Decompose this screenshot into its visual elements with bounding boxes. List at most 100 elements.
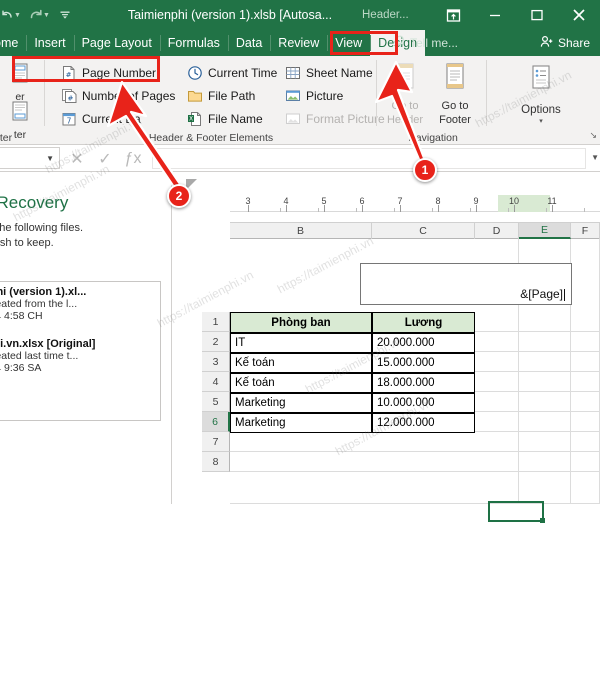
tab-home[interactable]: ome bbox=[0, 30, 26, 56]
table-cell-salary[interactable]: 15.000.000 bbox=[372, 353, 475, 373]
file-path-button[interactable]: File Path bbox=[186, 85, 255, 107]
annotation-marker-2: 2 bbox=[167, 184, 191, 208]
name-box[interactable]: ▼ bbox=[0, 147, 60, 169]
row-header-6[interactable]: 6 bbox=[202, 412, 230, 432]
enter-formula-button[interactable]: ✓ bbox=[91, 145, 119, 172]
go-to-footer-line2: Footer bbox=[439, 113, 471, 126]
page-number-label: Page Number bbox=[82, 66, 157, 80]
elements-group-label: Header & Footer Elements bbox=[148, 132, 274, 144]
formula-bar-buttons: ✕ ✓ ƒx bbox=[63, 145, 147, 172]
format-picture-label: Format Picture bbox=[306, 112, 385, 126]
quick-access-toolbar: ▼ ▼ bbox=[0, 0, 78, 30]
options-icon bbox=[526, 64, 556, 101]
recovery-file-desc: rsion created last time t... bbox=[0, 349, 79, 362]
column-header-c[interactable]: C bbox=[372, 223, 475, 239]
ribbon-tabs: ome Insert Page Layout Formulas Data Rev… bbox=[0, 30, 426, 56]
options-caret-icon[interactable]: ▾ bbox=[539, 117, 543, 125]
cell-grid[interactable]: &[Page] Phòng ban Lương IT 20.000.000 Kế… bbox=[230, 239, 600, 523]
table-cell-salary[interactable]: 12.000.000 bbox=[372, 413, 475, 433]
ruler-number: 10 bbox=[508, 196, 520, 206]
worksheet-area: 3 4 5 6 7 8 9 10 11 B C D E F 1 2 3 4 5 … bbox=[172, 173, 600, 523]
table-cell-dept[interactable]: Marketing bbox=[230, 393, 372, 413]
insert-function-button[interactable]: ƒx bbox=[119, 145, 147, 172]
current-time-button[interactable]: Current Time bbox=[186, 62, 277, 84]
grid-row-7[interactable] bbox=[230, 432, 600, 452]
tab-data[interactable]: Data bbox=[227, 30, 270, 56]
minimize-icon[interactable] bbox=[474, 0, 516, 30]
tab-view[interactable]: View bbox=[327, 30, 370, 56]
header-edit-box[interactable]: &[Page] bbox=[360, 263, 572, 305]
tab-formulas[interactable]: Formulas bbox=[159, 30, 228, 56]
annotation-marker-1: 1 bbox=[413, 158, 437, 182]
text-cursor bbox=[564, 289, 565, 301]
tell-me-box[interactable]: Tell me... bbox=[394, 30, 458, 56]
column-header-e[interactable]: E bbox=[519, 223, 571, 239]
grid-row-8[interactable] bbox=[230, 452, 600, 472]
row-header-3[interactable]: 3 bbox=[202, 352, 230, 372]
current-date-button[interactable]: 7 Current Da bbox=[60, 108, 141, 130]
current-date-icon: 7 bbox=[60, 111, 77, 128]
close-icon[interactable] bbox=[558, 0, 600, 30]
navigation-group-label: Navigation bbox=[408, 132, 458, 144]
file-name-button[interactable]: X File Name bbox=[186, 108, 263, 130]
table-cell-salary[interactable]: 20.000.000 bbox=[372, 333, 475, 353]
options-button[interactable]: Options ▾ bbox=[508, 64, 574, 125]
redo-dropdown-caret[interactable]: ▼ bbox=[43, 12, 50, 19]
sheet-name-button[interactable]: Sheet Name bbox=[284, 62, 373, 84]
current-date-label: Current Da bbox=[82, 112, 141, 126]
number-of-pages-button[interactable]: # Number of Pages bbox=[60, 85, 175, 107]
table-cell-dept[interactable]: Kế toán bbox=[230, 373, 372, 393]
page-number-button[interactable]: # Page Number bbox=[60, 62, 156, 84]
svg-text:#: # bbox=[65, 71, 71, 79]
table-cell-dept[interactable]: Kế toán bbox=[230, 353, 372, 373]
go-to-footer-button[interactable]: Go to Footer bbox=[428, 62, 482, 128]
recovery-file-list[interactable]: imienphi (version 1).xl... rsion created… bbox=[0, 280, 161, 421]
row-header-5[interactable]: 5 bbox=[202, 392, 230, 412]
picture-icon bbox=[284, 88, 301, 105]
list-item[interactable]: imienphi (version 1).xl... rsion created… bbox=[0, 286, 154, 322]
picture-button[interactable]: Picture bbox=[284, 85, 343, 107]
row-header-8[interactable]: 8 bbox=[202, 452, 230, 472]
column-header-d[interactable]: D bbox=[475, 223, 519, 239]
ruler-number: 6 bbox=[359, 196, 365, 206]
row-header-2[interactable]: 2 bbox=[202, 332, 230, 352]
file-name-icon: X bbox=[186, 111, 203, 128]
formula-input[interactable] bbox=[152, 148, 586, 169]
list-item[interactable]: mienphi.vn.xlsx [Original] rsion created… bbox=[0, 338, 154, 374]
ribbon-display-options-icon[interactable] bbox=[432, 0, 474, 30]
row-header-1[interactable]: 1 bbox=[202, 312, 230, 332]
customize-qat-button[interactable] bbox=[52, 2, 78, 28]
ruler-number: 5 bbox=[321, 196, 327, 206]
undo-dropdown-caret[interactable]: ▼ bbox=[14, 12, 21, 19]
table-cell-dept[interactable]: IT bbox=[230, 333, 372, 353]
dialog-launcher-icon[interactable]: ↘ bbox=[589, 130, 597, 141]
cancel-formula-button[interactable]: ✕ bbox=[63, 145, 91, 172]
table-cell-salary[interactable]: 18.000.000 bbox=[372, 373, 475, 393]
ruler-number: 3 bbox=[245, 196, 251, 206]
expand-formula-bar-icon[interactable]: ▼ bbox=[591, 153, 599, 162]
ruler-number: 11 bbox=[547, 196, 557, 206]
name-box-caret-icon[interactable]: ▼ bbox=[46, 154, 54, 163]
recovery-title: ment Recovery bbox=[0, 193, 69, 212]
row-header-4[interactable]: 4 bbox=[202, 372, 230, 392]
fill-handle[interactable] bbox=[540, 518, 545, 523]
table-cell-salary[interactable]: 10.000.000 bbox=[372, 393, 475, 413]
row-header-column: 1 2 3 4 5 6 7 8 bbox=[202, 312, 230, 472]
table-cell-dept[interactable]: Marketing bbox=[230, 413, 372, 433]
column-header-b[interactable]: B bbox=[230, 223, 372, 239]
ruler-number: 8 bbox=[435, 196, 441, 206]
ruler-number: 9 bbox=[473, 196, 479, 206]
table-header-phong-ban[interactable]: Phòng ban bbox=[230, 312, 372, 333]
ruler-section-highlight bbox=[498, 195, 550, 212]
column-header-f[interactable]: F bbox=[571, 223, 600, 239]
go-to-header-button[interactable]: Go to Header bbox=[378, 62, 432, 128]
tab-review[interactable]: Review bbox=[270, 30, 327, 56]
tab-insert[interactable]: Insert bbox=[26, 30, 73, 56]
selected-cell-e6[interactable] bbox=[488, 501, 545, 523]
table-header-luong[interactable]: Lương bbox=[372, 312, 475, 333]
share-button[interactable]: Share bbox=[534, 30, 596, 56]
tab-page-layout[interactable]: Page Layout bbox=[73, 30, 160, 56]
row-header-7[interactable]: 7 bbox=[202, 432, 230, 452]
maximize-icon[interactable] bbox=[516, 0, 558, 30]
picture-label: Picture bbox=[306, 89, 344, 103]
